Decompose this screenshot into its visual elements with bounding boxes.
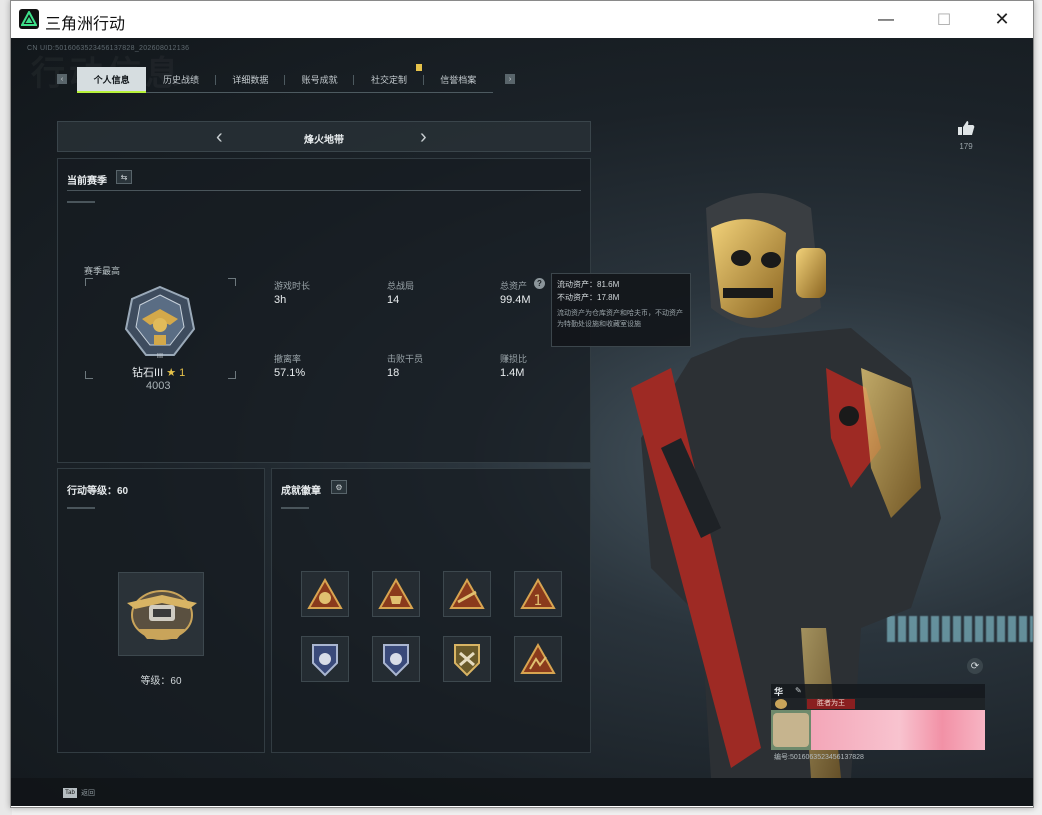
title-emblem-icon	[775, 699, 787, 709]
card-uid: 编号:5016063523456137828	[774, 754, 864, 761]
stat-value-matches: 14	[387, 294, 400, 306]
app-window: 三角洲行动 — ☐ ✕ 行动信息 CN UID:5016063523456137…	[10, 0, 1034, 808]
tab-credit-file[interactable]: 信誉档案	[424, 67, 493, 92]
level-header: 行动等级：60	[67, 486, 129, 497]
card-title: 胜者为王	[807, 699, 855, 709]
like-button[interactable]	[957, 120, 975, 141]
divider	[67, 201, 95, 203]
level-panel: 行动等级：60 等级：60	[57, 468, 265, 753]
refresh-icon[interactable]: ⟳	[967, 658, 983, 674]
uid-line: CN UID:5016063523456137828_202608012136	[27, 45, 190, 52]
tab-achievements[interactable]: 账号成就	[285, 67, 355, 92]
stat-value-profit-ratio: 1.4M	[500, 367, 525, 379]
like-count: 179	[959, 142, 973, 151]
tab-social-custom[interactable]: 社交定制	[354, 67, 424, 92]
season-panel: 当前赛季 ⇆ 赛季最高 III 钻石III ★ 1 4003 游戏时长 3h 总…	[57, 158, 591, 463]
achievement-badge[interactable]	[443, 571, 491, 617]
close-button[interactable]: ✕	[979, 1, 1025, 38]
tab-detailed-data[interactable]: 详细数据	[216, 67, 285, 92]
frame-corner	[228, 278, 236, 286]
tab-key-icon: Tab	[63, 788, 77, 798]
stat-label-assets: 总资产	[500, 281, 528, 291]
card-banner-image	[771, 710, 985, 750]
stat-value-assets: 99.4M	[500, 294, 531, 306]
rank-name: 钻石III ★ 1	[132, 367, 186, 379]
stat-value-kills: 18	[387, 367, 400, 379]
stat-value-extract-rate: 57.1%	[274, 367, 306, 379]
divider	[281, 507, 309, 509]
stat-label-kills: 击败干员	[387, 354, 424, 364]
frame-corner	[85, 278, 93, 286]
card-title-bar: 胜者为王	[771, 698, 985, 710]
card-header: 华 ✎	[771, 684, 985, 698]
tab-bar: 个人信息 历史战绩 详细数据 账号成就 社交定制 信誉档案	[77, 67, 493, 93]
maximize-button[interactable]: ☐	[921, 1, 967, 38]
player-card[interactable]: 华 ✎ 胜者为王 编号:5016063523456137828	[771, 684, 985, 763]
title-bar: 三角洲行动 — ☐ ✕	[11, 1, 1033, 38]
tab-prev-button[interactable]: ‹	[57, 74, 67, 84]
frame-corner	[228, 371, 236, 379]
badge-settings-button[interactable]: ⚙	[331, 480, 347, 494]
edit-icon[interactable]: ✎	[795, 686, 802, 695]
window-title: 三角洲行动	[45, 16, 126, 33]
achievement-badge[interactable]: 1	[514, 571, 562, 617]
new-badge-icon	[416, 64, 422, 71]
season-header: 当前赛季	[67, 176, 107, 187]
game-viewport: 行动信息 CN UID:5016063523456137828_20260801…	[11, 38, 1033, 806]
minimize-button[interactable]: —	[863, 1, 909, 38]
tab-history[interactable]: 历史战绩	[146, 67, 216, 92]
tab-personal-info[interactable]: 个人信息	[77, 67, 147, 93]
avatar	[773, 713, 809, 747]
mode-next-button[interactable]: ›	[420, 127, 427, 147]
badges-header: 成就徽章	[281, 486, 321, 497]
svg-text:1: 1	[534, 593, 543, 609]
rank-score: 4003	[146, 380, 171, 392]
achievement-badge[interactable]	[301, 636, 349, 682]
svg-text:III: III	[157, 352, 163, 360]
delta-force-logo-icon	[19, 9, 39, 29]
frame-corner	[85, 371, 93, 379]
level-label: 等级：60	[140, 676, 182, 687]
stat-label-playtime: 游戏时长	[274, 281, 311, 291]
stat-label-profit-ratio: 赚损比	[500, 354, 528, 364]
bottom-bar: Tab 返回	[11, 778, 1033, 806]
season-best-label: 赛季最高	[84, 266, 121, 276]
stat-label-extract-rate: 撤离率	[274, 354, 302, 364]
stat-value-playtime: 3h	[274, 294, 287, 306]
mode-title: 烽火地带	[304, 135, 344, 146]
divider	[67, 190, 581, 191]
achievement-badge[interactable]	[514, 636, 562, 682]
card-player-name: 华	[774, 687, 784, 697]
rank-stars: ★ 1	[166, 367, 186, 379]
help-icon[interactable]: ?	[534, 278, 545, 289]
level-emblem-icon	[118, 572, 204, 656]
mode-switcher: ‹ 烽火地带 ›	[57, 121, 591, 152]
swap-season-button[interactable]: ⇆	[116, 170, 132, 184]
achievement-badge[interactable]	[301, 571, 349, 617]
badges-panel: 成就徽章 ⚙ 1	[271, 468, 591, 753]
stat-label-matches: 总战局	[387, 281, 415, 291]
tab-next-button[interactable]: ›	[505, 74, 515, 84]
divider	[67, 507, 95, 509]
achievement-badge[interactable]	[372, 636, 420, 682]
back-label[interactable]: 返回	[81, 788, 95, 798]
achievement-badge[interactable]	[372, 571, 420, 617]
rank-emblem-icon: III	[122, 285, 198, 368]
achievement-badge[interactable]	[443, 636, 491, 682]
